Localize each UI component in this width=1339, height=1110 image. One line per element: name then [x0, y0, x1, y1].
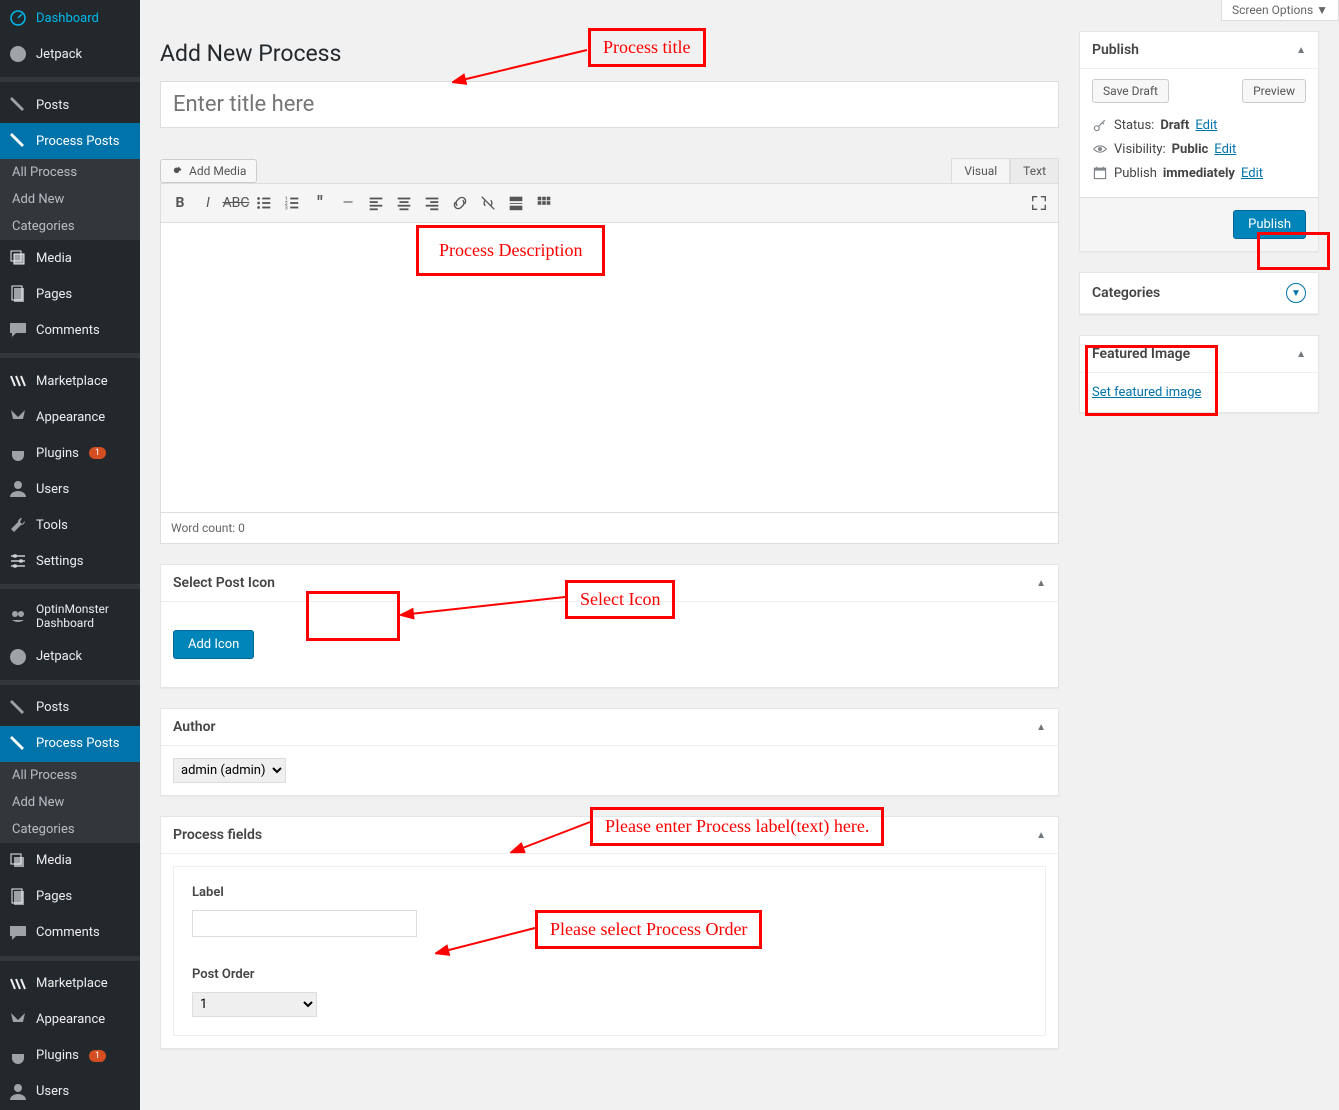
set-featured-image-link[interactable]: Set featured image — [1092, 385, 1201, 400]
nav-jetpack-2[interactable]: Jetpack — [0, 639, 140, 675]
key-icon — [1092, 117, 1108, 133]
edit-date-link[interactable]: Edit — [1241, 166, 1263, 181]
nav-marketplace-2[interactable]: Marketplace — [0, 966, 140, 1002]
fullscreen-icon[interactable] — [1026, 190, 1052, 216]
tab-visual[interactable]: Visual — [951, 158, 1010, 183]
nav-posts-2[interactable]: Posts — [0, 690, 140, 726]
add-icon-button[interactable]: Add Icon — [173, 630, 254, 659]
select-icon-heading: Select Post Icon — [173, 575, 275, 591]
toolbar-toggle-icon[interactable] — [531, 190, 557, 216]
featured-image-heading: Featured Image — [1092, 346, 1190, 362]
nav-comments[interactable]: Comments — [0, 312, 140, 348]
author-select[interactable]: admin (admin) — [173, 758, 286, 783]
editor-toolbar: B I ABC 123 " — — [160, 183, 1059, 223]
editor-textarea[interactable] — [160, 223, 1059, 513]
readmore-icon[interactable] — [503, 190, 529, 216]
align-right-icon[interactable] — [419, 190, 445, 216]
bold-icon[interactable]: B — [167, 190, 193, 216]
quote-icon[interactable]: " — [307, 190, 333, 216]
admin-sidebar: Dashboard Jetpack Posts Process Posts Al… — [0, 0, 140, 1110]
nav-optinmonster[interactable]: OptinMonster Dashboard — [0, 594, 140, 639]
post-order-label: Post Order — [192, 967, 1027, 982]
nav-jetpack[interactable]: Jetpack — [0, 36, 140, 72]
word-count: Word count: 0 — [160, 513, 1059, 544]
page-title: Add New Process — [160, 31, 1059, 71]
edit-visibility-link[interactable]: Edit — [1214, 142, 1236, 157]
nav-plugins-2[interactable]: Plugins1 — [0, 1038, 140, 1074]
number-list-icon[interactable]: 123 — [279, 190, 305, 216]
toggle-icon[interactable]: ▲ — [1296, 45, 1306, 56]
process-fields-heading: Process fields — [173, 827, 262, 843]
add-media-button[interactable]: Add Media — [160, 159, 257, 183]
italic-icon[interactable]: I — [195, 190, 221, 216]
edit-status-link[interactable]: Edit — [1195, 118, 1217, 133]
hr-icon[interactable]: — — [335, 190, 361, 216]
nav-marketplace[interactable]: Marketplace — [0, 363, 140, 399]
nav-dashboard[interactable]: Dashboard — [0, 0, 140, 36]
nav-users-2[interactable]: Users — [0, 1074, 140, 1110]
preview-button[interactable]: Preview — [1242, 79, 1306, 103]
author-heading: Author — [173, 719, 216, 735]
title-input[interactable] — [160, 81, 1059, 128]
unlink-icon[interactable] — [475, 190, 501, 216]
link-icon[interactable] — [447, 190, 473, 216]
label-input[interactable] — [192, 910, 417, 937]
nav-users[interactable]: Users — [0, 471, 140, 507]
nav-comments-2[interactable]: Comments — [0, 915, 140, 951]
align-center-icon[interactable] — [391, 190, 417, 216]
toggle-icon[interactable]: ▲ — [1036, 830, 1046, 841]
nav-media[interactable]: Media — [0, 240, 140, 276]
nav-settings[interactable]: Settings — [0, 543, 140, 579]
nav-plugins[interactable]: Plugins1 — [0, 435, 140, 471]
nav-appearance-2[interactable]: Appearance — [0, 1002, 140, 1038]
toggle-icon[interactable]: ▲ — [1036, 722, 1046, 733]
bullet-list-icon[interactable] — [251, 190, 277, 216]
categories-toggle-icon[interactable]: ▼ — [1286, 283, 1306, 303]
nav-process-posts[interactable]: Process Posts — [0, 123, 140, 159]
label-field-label: Label — [192, 885, 1027, 900]
nav-appearance[interactable]: Appearance — [0, 399, 140, 435]
nav-add-new[interactable]: Add New — [0, 186, 140, 213]
main-content: Screen Options ▼ Add New Process Add Med… — [140, 0, 1339, 1110]
nav-process-posts-2[interactable]: Process Posts — [0, 726, 140, 762]
nav-pages[interactable]: Pages — [0, 276, 140, 312]
nav-all-process[interactable]: All Process — [0, 159, 140, 186]
post-order-select[interactable]: 1 — [192, 992, 317, 1017]
toggle-icon[interactable]: ▲ — [1036, 578, 1046, 589]
align-left-icon[interactable] — [363, 190, 389, 216]
nav-media-2[interactable]: Media — [0, 843, 140, 879]
nav-tools[interactable]: Tools — [0, 507, 140, 543]
tab-text[interactable]: Text — [1010, 158, 1059, 183]
nav-all-process-2[interactable]: All Process — [0, 762, 140, 789]
nav-pages-2[interactable]: Pages — [0, 879, 140, 915]
nav-add-new-2[interactable]: Add New — [0, 789, 140, 816]
publish-heading: Publish — [1092, 42, 1139, 58]
publish-button[interactable]: Publish — [1233, 210, 1306, 239]
nav-categories[interactable]: Categories — [0, 213, 140, 240]
calendar-icon — [1092, 165, 1108, 181]
nav-categories-2[interactable]: Categories — [0, 816, 140, 843]
toggle-icon[interactable]: ▲ — [1296, 349, 1306, 360]
strikethrough-icon[interactable]: ABC — [223, 190, 249, 216]
categories-heading: Categories — [1092, 285, 1160, 301]
nav-posts[interactable]: Posts — [0, 87, 140, 123]
plugins-badge: 1 — [89, 447, 106, 459]
eye-icon — [1092, 141, 1108, 157]
svg-text:3: 3 — [285, 205, 288, 211]
screen-options-button[interactable]: Screen Options ▼ — [1221, 0, 1339, 21]
save-draft-button[interactable]: Save Draft — [1092, 79, 1169, 103]
